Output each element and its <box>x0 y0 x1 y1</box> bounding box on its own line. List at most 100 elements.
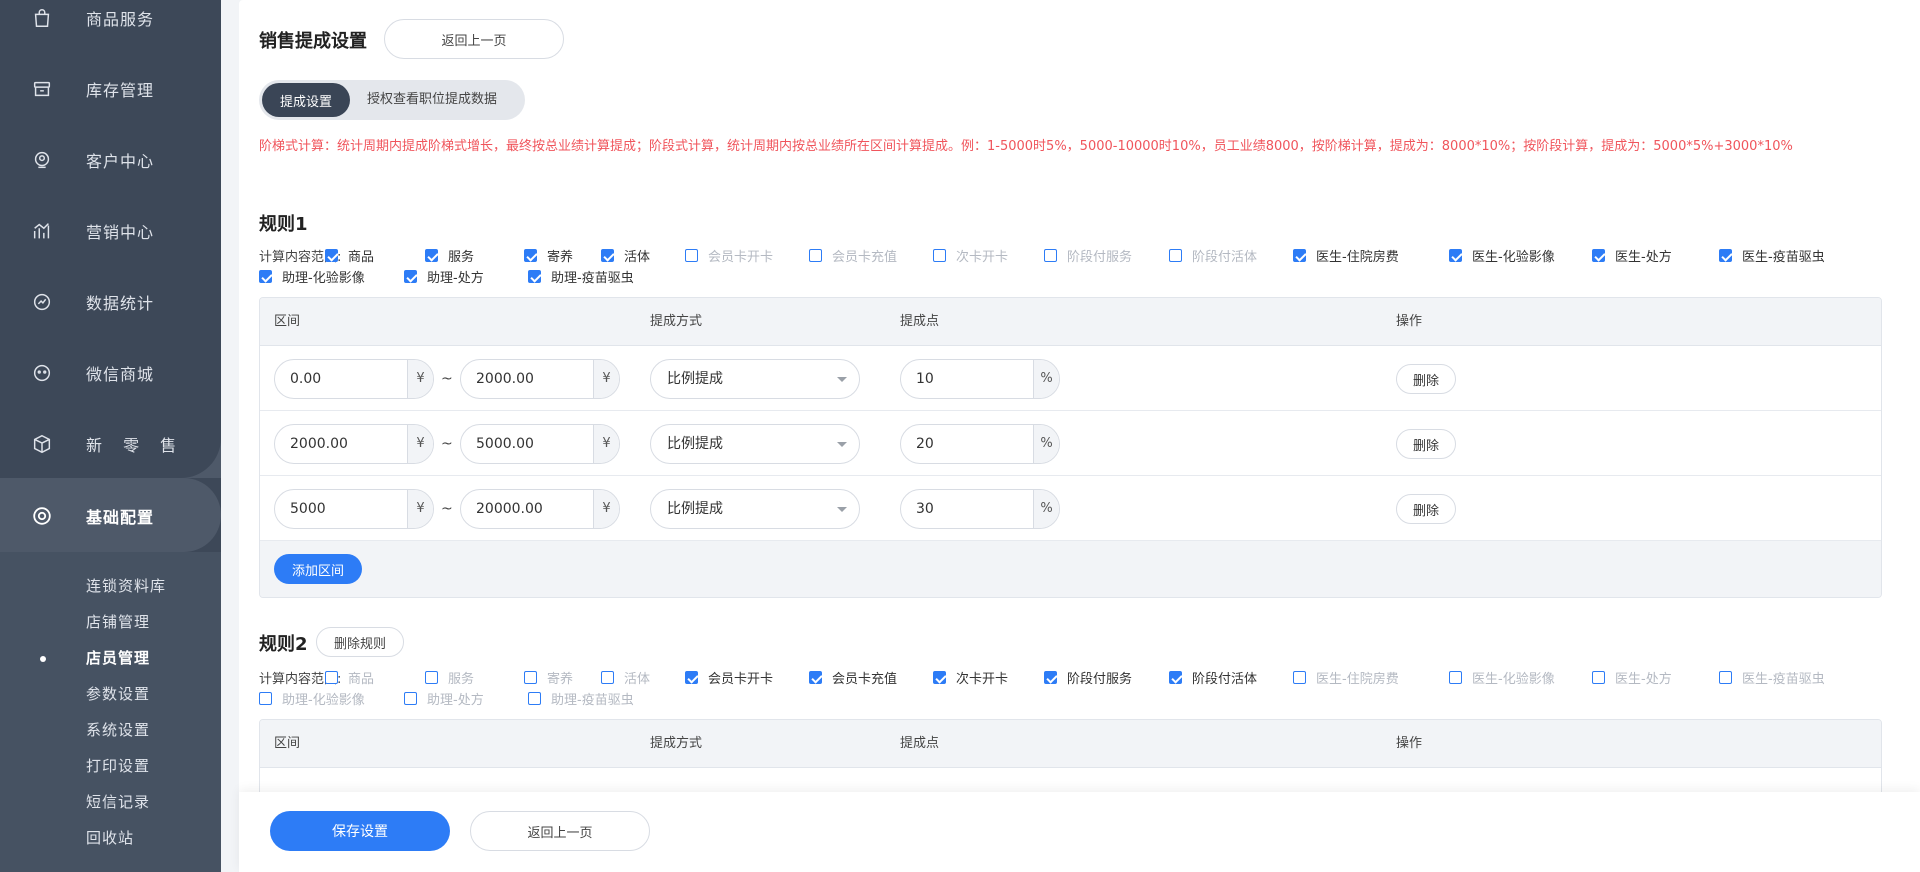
checkbox-unchecked-icon[interactable] <box>1169 249 1182 262</box>
scope-checkbox[interactable]: 寄养 <box>524 246 573 265</box>
range-to-input[interactable]: 5000.00 ¥ <box>460 424 620 464</box>
delete-row-button[interactable]: 删除 <box>1396 429 1456 459</box>
checkbox-checked-icon[interactable] <box>1449 249 1462 262</box>
checkbox-checked-icon[interactable] <box>259 270 272 283</box>
scope-checkbox[interactable]: 寄养 <box>524 668 573 687</box>
submenu-recycle-bin[interactable]: 回收站 <box>86 828 134 848</box>
scope-checkbox[interactable]: 助理-疫苗驱虫 <box>528 267 634 286</box>
scope-checkbox[interactable]: 商品 <box>325 668 374 687</box>
method-select[interactable]: 比例提成 <box>650 359 860 399</box>
scope-checkbox[interactable]: 服务 <box>425 668 474 687</box>
checkbox-checked-icon[interactable] <box>524 249 537 262</box>
sidebar-item-statistics[interactable]: 数据统计 <box>0 266 221 337</box>
checkbox-unchecked-icon[interactable] <box>809 249 822 262</box>
scope-checkbox[interactable]: 医生-处方 <box>1592 246 1672 265</box>
range-from-input[interactable]: 0.00 ¥ <box>274 359 434 399</box>
submenu-store-management[interactable]: 店铺管理 <box>86 612 150 632</box>
back-button-top[interactable]: 返回上一页 <box>384 19 564 59</box>
submenu-chain-library[interactable]: 连锁资料库 <box>86 576 166 596</box>
rate-input[interactable]: 10% <box>900 359 1060 399</box>
sidebar-item-basic-config[interactable]: 基础配置 <box>0 480 221 551</box>
checkbox-unchecked-icon[interactable] <box>1592 671 1605 684</box>
checkbox-unchecked-icon[interactable] <box>425 671 438 684</box>
scope-checkbox[interactable]: 会员卡充值 <box>809 246 897 265</box>
checkbox-unchecked-icon[interactable] <box>1719 671 1732 684</box>
scope-checkbox[interactable]: 商品 <box>325 246 374 265</box>
scope-checkbox[interactable]: 会员卡开卡 <box>685 246 773 265</box>
scope-checkbox[interactable]: 阶段付服务 <box>1044 246 1132 265</box>
method-select[interactable]: 比例提成 <box>650 424 860 464</box>
range-to-input[interactable]: 2000.00 ¥ <box>460 359 620 399</box>
scope-checkbox[interactable]: 医生-处方 <box>1592 668 1672 687</box>
scope-checkbox[interactable]: 会员卡开卡 <box>685 668 773 687</box>
checkbox-checked-icon[interactable] <box>1044 671 1057 684</box>
delete-rule-button[interactable]: 删除规则 <box>316 627 404 657</box>
checkbox-checked-icon[interactable] <box>1719 249 1732 262</box>
submenu-parameter-settings[interactable]: 参数设置 <box>86 684 150 704</box>
scope-checkbox[interactable]: 助理-处方 <box>404 689 484 708</box>
scope-checkbox[interactable]: 次卡开卡 <box>933 246 1008 265</box>
scope-checkbox[interactable]: 阶段付活体 <box>1169 246 1257 265</box>
scope-checkbox[interactable]: 活体 <box>601 246 650 265</box>
range-from-input[interactable]: 2000.00 ¥ <box>274 424 434 464</box>
sidebar-item-customer[interactable]: 客户中心 <box>0 124 221 195</box>
checkbox-checked-icon[interactable] <box>425 249 438 262</box>
delete-row-button[interactable]: 删除 <box>1396 494 1456 524</box>
checkbox-unchecked-icon[interactable] <box>1293 671 1306 684</box>
rate-input[interactable]: 20% <box>900 424 1060 464</box>
sidebar-item-marketing[interactable]: 营销中心 <box>0 195 221 266</box>
checkbox-unchecked-icon[interactable] <box>685 249 698 262</box>
checkbox-unchecked-icon[interactable] <box>524 671 537 684</box>
scope-checkbox[interactable]: 助理-化验影像 <box>259 267 365 286</box>
delete-row-button[interactable]: 删除 <box>1396 364 1456 394</box>
checkbox-checked-icon[interactable] <box>601 249 614 262</box>
checkbox-unchecked-icon[interactable] <box>1044 249 1057 262</box>
scope-checkbox[interactable]: 阶段付服务 <box>1044 668 1132 687</box>
checkbox-checked-icon[interactable] <box>809 671 822 684</box>
submenu-sms-records[interactable]: 短信记录 <box>86 792 150 812</box>
checkbox-unchecked-icon[interactable] <box>1449 671 1462 684</box>
scope-checkbox[interactable]: 次卡开卡 <box>933 668 1008 687</box>
checkbox-checked-icon[interactable] <box>933 671 946 684</box>
tab-authorize-view[interactable]: 授权查看职位提成数据 <box>367 80 497 120</box>
submenu-print-settings[interactable]: 打印设置 <box>86 756 150 776</box>
checkbox-checked-icon[interactable] <box>1592 249 1605 262</box>
submenu-staff-management[interactable]: 店员管理 <box>86 648 150 668</box>
sidebar-item-inventory[interactable]: 库存管理 <box>0 53 221 124</box>
tab-commission-settings[interactable]: 提成设置 <box>262 83 350 117</box>
back-button-bottom[interactable]: 返回上一页 <box>470 811 650 851</box>
checkbox-unchecked-icon[interactable] <box>933 249 946 262</box>
scope-checkbox[interactable]: 医生-化验影像 <box>1449 668 1555 687</box>
checkbox-unchecked-icon[interactable] <box>259 692 272 705</box>
checkbox-unchecked-icon[interactable] <box>325 671 338 684</box>
scope-checkbox[interactable]: 医生-住院房费 <box>1293 668 1399 687</box>
scope-checkbox[interactable]: 医生-疫苗驱虫 <box>1719 246 1825 265</box>
checkbox-checked-icon[interactable] <box>685 671 698 684</box>
submenu-system-settings[interactable]: 系统设置 <box>86 720 150 740</box>
scope-checkbox[interactable]: 助理-疫苗驱虫 <box>528 689 634 708</box>
scope-checkbox[interactable]: 医生-疫苗驱虫 <box>1719 668 1825 687</box>
checkbox-unchecked-icon[interactable] <box>404 692 417 705</box>
checkbox-checked-icon[interactable] <box>1169 671 1182 684</box>
range-from-input[interactable]: 5000 ¥ <box>274 489 434 529</box>
scope-checkbox[interactable]: 医生-住院房费 <box>1293 246 1399 265</box>
checkbox-checked-icon[interactable] <box>325 249 338 262</box>
save-button[interactable]: 保存设置 <box>270 811 450 851</box>
add-range-button[interactable]: 添加区间 <box>274 554 362 584</box>
scope-checkbox[interactable]: 活体 <box>601 668 650 687</box>
rate-input[interactable]: 30% <box>900 489 1060 529</box>
checkbox-unchecked-icon[interactable] <box>601 671 614 684</box>
scope-checkbox[interactable]: 医生-化验影像 <box>1449 246 1555 265</box>
checkbox-checked-icon[interactable] <box>1293 249 1306 262</box>
scope-checkbox[interactable]: 助理-化验影像 <box>259 689 365 708</box>
sidebar-item-new-retail[interactable]: 新 零 售 <box>0 408 221 479</box>
scope-checkbox[interactable]: 助理-处方 <box>404 267 484 286</box>
checkbox-checked-icon[interactable] <box>528 270 541 283</box>
checkbox-unchecked-icon[interactable] <box>528 692 541 705</box>
scope-checkbox[interactable]: 阶段付活体 <box>1169 668 1257 687</box>
sidebar-item-wechat-mall[interactable]: 微信商城 <box>0 337 221 408</box>
range-to-input[interactable]: 20000.00 ¥ <box>460 489 620 529</box>
sidebar-item-goods-service[interactable]: 商品服务 <box>0 0 221 53</box>
method-select[interactable]: 比例提成 <box>650 489 860 529</box>
scope-checkbox[interactable]: 服务 <box>425 246 474 265</box>
